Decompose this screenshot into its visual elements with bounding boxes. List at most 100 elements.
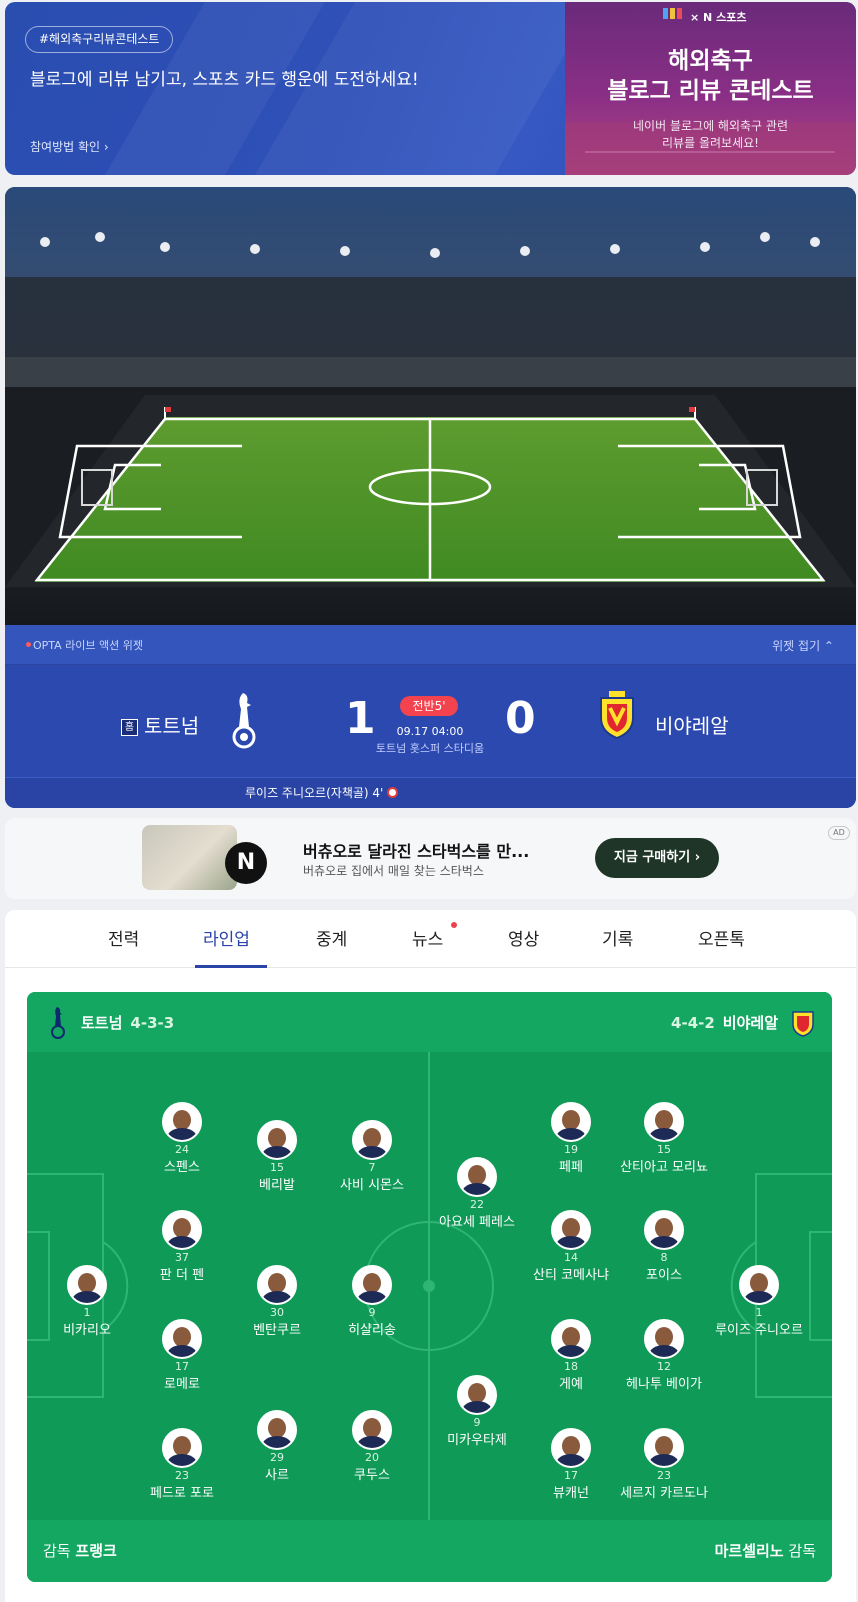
match-panel: 전력 라인업 중계 뉴스 영상 기록 오픈톡 토트넘 4-3-3 4-4-2 비… <box>5 910 856 1602</box>
promo-title-line2: 블로그 리뷰 콘테스트 <box>607 78 814 104</box>
home-player[interactable]: 23 페드로 포로 <box>122 1428 242 1501</box>
opta-widget-bar: OPTA 라이브 액션 위젯 위젯 접기 ⌃ <box>5 625 856 665</box>
player-name: 로메로 <box>164 1377 200 1392</box>
ad-title[interactable]: 버츄오로 달라진 스타벅스를 만... <box>303 838 529 862</box>
away-team-label: 비야레알 <box>722 1014 778 1032</box>
away-score: 0 <box>505 693 536 744</box>
tab-records[interactable]: 기록 <box>602 925 633 950</box>
home-badge: 홈 <box>121 719 138 736</box>
player-photo <box>162 1210 202 1250</box>
tab-lineup[interactable]: 라인업 <box>203 925 250 950</box>
player-photo <box>352 1120 392 1160</box>
player-photo <box>257 1410 297 1450</box>
player-photo <box>257 1120 297 1160</box>
away-player[interactable]: 12 헤나투 베이가 <box>604 1319 724 1392</box>
player-photo <box>551 1210 591 1250</box>
away-coach[interactable]: 마르셀리노 감독 <box>715 1540 816 1561</box>
tab-opentalk[interactable]: 오픈톡 <box>698 925 745 950</box>
tab-broadcast[interactable]: 중계 <box>316 925 347 950</box>
home-player[interactable]: 7 사비 시몬스 <box>312 1120 432 1193</box>
ball-icon <box>387 787 399 798</box>
promo-brand: × N 스포츠 <box>690 11 747 24</box>
player-name: 히샬리송 <box>348 1323 396 1338</box>
buy-now-button[interactable]: 지금 구매하기 › <box>595 838 719 878</box>
player-photo <box>644 1319 684 1359</box>
player-photo <box>162 1319 202 1359</box>
promo-sub-line1: 네이버 블로그에 해외축구 관련 <box>633 119 788 133</box>
home-formation: 4-3-3 <box>130 1014 175 1032</box>
home-coach-name: 프랭크 <box>75 1542 117 1560</box>
player-photo <box>67 1265 107 1305</box>
player-number: 7 <box>368 1161 376 1174</box>
promo-image[interactable]: × N 스포츠 해외축구 블로그 리뷰 콘테스트 네이버 블로그에 해외축구 관… <box>565 2 856 175</box>
score-widget: OPTA 라이브 액션 위젯 위젯 접기 ⌃ 홈 토트넘 1 전반5' 09.17… <box>5 625 856 808</box>
player-photo <box>162 1428 202 1468</box>
lineup-pitch: 토트넘 4-3-3 4-4-2 비야레알 24 스펜스 15 베리발 7 사비 시몬스 37 판 … <box>27 992 832 1582</box>
contest-banner[interactable]: #해외축구리뷰콘테스트 블로그에 리뷰 남기고, 스포츠 카드 행운에 도전하세… <box>5 2 856 175</box>
player-number: 20 <box>365 1451 379 1464</box>
player-photo <box>352 1410 392 1450</box>
ad-brand-logo: N <box>225 842 267 884</box>
contest-hashtag[interactable]: #해외축구리뷰콘테스트 <box>25 26 174 53</box>
player-name: 헤나투 베이가 <box>626 1377 702 1392</box>
player-photo <box>352 1265 392 1305</box>
player-photo <box>457 1375 497 1415</box>
villarreal-crest-icon <box>600 691 634 740</box>
promo-title: 해외축구 블로그 리뷰 콘테스트 <box>565 46 856 106</box>
player-photo <box>644 1102 684 1142</box>
stadium-illustration <box>5 187 856 625</box>
tottenham-crest-icon <box>51 1007 65 1039</box>
home-team[interactable]: 홈 토트넘 <box>121 710 199 739</box>
tab-video[interactable]: 영상 <box>508 925 539 950</box>
promo-subtitle: 네이버 블로그에 해외축구 관련 리뷰를 올려보세요! <box>565 118 856 152</box>
match-status-badge: 전반5' <box>400 696 458 716</box>
player-number: 12 <box>657 1360 671 1373</box>
ad-banner[interactable]: N 버츄오로 달라진 스타벅스를 만... 버츄오로 집에서 매일 찾는 스타벅… <box>5 818 856 899</box>
away-player[interactable]: 23 세르지 카르도나 <box>604 1428 724 1501</box>
player-name: 산티아고 모리뇨 <box>620 1160 708 1175</box>
away-formation-header: 4-4-2 비야레알 <box>671 1012 778 1033</box>
goal-scorer-text: 루이즈 주니오르(자책골) 4' <box>245 786 384 800</box>
away-player[interactable]: 15 산티아고 모리뇨 <box>604 1102 724 1175</box>
home-player[interactable]: 17 로메로 <box>122 1319 242 1392</box>
player-number: 37 <box>175 1251 189 1264</box>
people-icon <box>670 8 675 19</box>
player-photo <box>644 1428 684 1468</box>
player-number: 1 <box>83 1306 91 1319</box>
tab-news[interactable]: 뉴스 <box>412 925 443 950</box>
home-coach[interactable]: 감독 프랭크 <box>43 1540 117 1561</box>
player-photo <box>739 1265 779 1305</box>
home-team-name: 토트넘 <box>144 714 200 738</box>
ad-label[interactable]: AD <box>828 826 850 840</box>
villarreal-crest-icon <box>792 1011 814 1037</box>
player-photo <box>551 1102 591 1142</box>
active-tab-indicator <box>195 965 267 968</box>
coach-label: 감독 <box>43 1542 71 1560</box>
player-photo <box>457 1157 497 1197</box>
corner-flag-icon <box>165 407 171 412</box>
player-number: 9 <box>368 1306 376 1319</box>
match-tabs: 전력 라인업 중계 뉴스 영상 기록 오픈톡 <box>5 910 856 968</box>
home-formation-header: 토트넘 4-3-3 <box>81 1012 174 1033</box>
opta-label: OPTA 라이브 액션 위젯 <box>33 639 144 652</box>
player-number: 23 <box>175 1469 189 1482</box>
away-team[interactable]: 비야레알 <box>655 710 729 739</box>
player-number: 17 <box>175 1360 189 1373</box>
home-player[interactable]: 20 쿠두스 <box>312 1410 432 1483</box>
player-number: 8 <box>660 1251 668 1264</box>
player-number: 1 <box>755 1306 763 1319</box>
home-score: 1 <box>345 693 376 744</box>
player-name: 세르지 카르도나 <box>620 1486 708 1501</box>
ad-image[interactable] <box>142 825 237 890</box>
widget-fold-button[interactable]: 위젯 접기 ⌃ <box>772 637 834 654</box>
venue: 토트넘 홋스퍼 스타디움 <box>375 742 485 755</box>
player-photo <box>257 1265 297 1305</box>
home-team-label: 토트넘 <box>81 1014 123 1032</box>
coach-label: 감독 <box>788 1542 816 1560</box>
goal-events: 루이즈 주니오르(자책골) 4' <box>5 777 856 808</box>
participation-link[interactable]: 참여방법 확인 › <box>30 138 109 155</box>
tab-power[interactable]: 전력 <box>108 925 139 950</box>
away-coach-name: 마르셀리노 <box>714 1542 784 1560</box>
player-name: 사비 시몬스 <box>340 1178 404 1193</box>
home-player[interactable]: 9 히샬리송 <box>312 1265 432 1338</box>
